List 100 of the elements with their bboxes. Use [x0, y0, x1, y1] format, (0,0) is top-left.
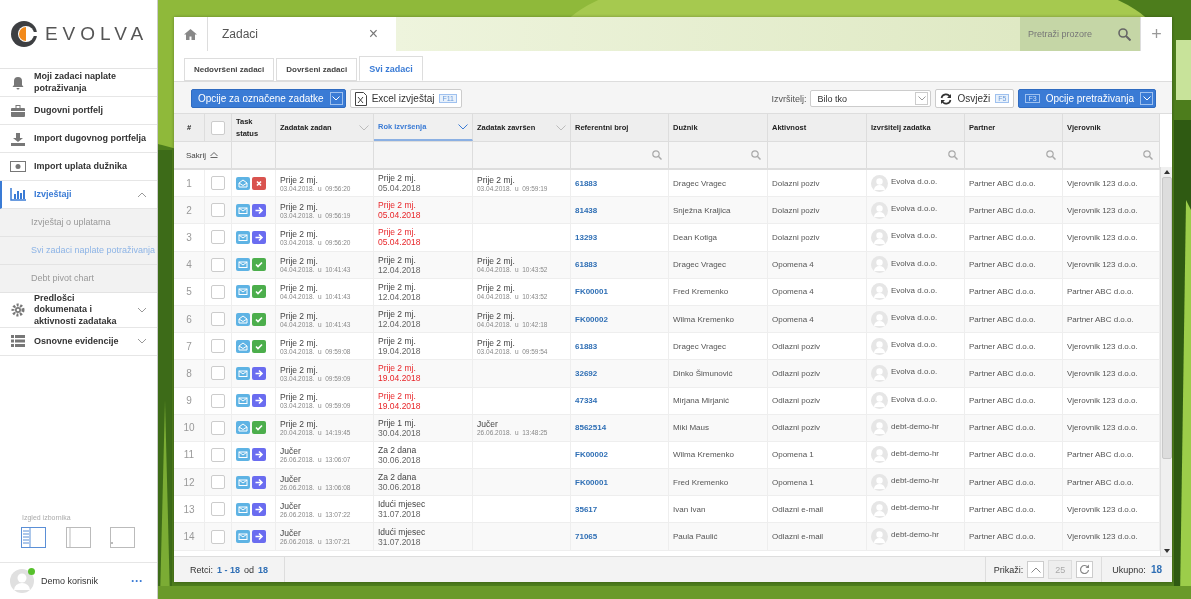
table-cell: Mirjana Mirjanić	[673, 396, 729, 406]
table-cell: Paula Paulić	[673, 532, 718, 542]
scrollbar[interactable]	[1160, 167, 1172, 556]
row-number: 9	[186, 395, 192, 407]
close-icon	[252, 176, 266, 190]
arrow-right-icon	[252, 366, 266, 380]
reference-link[interactable]: FK00001	[575, 287, 608, 297]
table-cell: Partner ABC d.o.o.	[1067, 477, 1134, 487]
reference-link[interactable]: FK00001	[575, 477, 608, 487]
chevron-down-icon[interactable]	[359, 124, 369, 131]
chevron-down-icon[interactable]	[458, 123, 468, 130]
reference-link[interactable]: 32692	[575, 368, 598, 378]
row-checkbox[interactable]	[211, 176, 225, 191]
table-cell: Wilma Kremenko	[673, 450, 734, 460]
relative-date: Jučer	[280, 528, 301, 539]
reference-link[interactable]: 47334	[575, 396, 598, 406]
tab[interactable]: Svi zadaci	[359, 56, 423, 81]
menu-item[interactable]: Predlošci dokumenata i aktivnosti zadataka	[0, 293, 157, 328]
table-cell: Odlazni poziv	[772, 396, 821, 406]
hide-filters-button[interactable]: Sakrij	[180, 149, 224, 161]
table-cell: Vjerovnik 123 d.o.o.	[1067, 178, 1138, 188]
more-button[interactable]: ···	[127, 574, 147, 588]
checkmark-icon	[252, 285, 266, 299]
row-checkbox[interactable]	[211, 284, 225, 299]
search-icon[interactable]	[948, 150, 958, 160]
tab[interactable]: Nedovršeni zadaci	[184, 58, 275, 81]
table-cell: Partner ABC d.o.o.	[1067, 287, 1134, 297]
row-checkbox[interactable]	[211, 257, 225, 272]
menu-layout-icon[interactable]	[65, 527, 91, 548]
download-icon	[11, 131, 25, 146]
reference-link[interactable]: 61883	[575, 178, 598, 188]
select-all-checkbox[interactable]	[211, 120, 225, 135]
table-cell: Evolva d.o.o.	[891, 340, 938, 350]
reference-link[interactable]: 8562514	[575, 423, 607, 433]
chevron-down-icon[interactable]	[556, 124, 566, 131]
relative-date: Prije 2 mj.	[280, 174, 318, 185]
menu-item[interactable]: Osnovne evidencije	[0, 327, 157, 356]
reference-link[interactable]: 71065	[575, 532, 598, 542]
menu-item[interactable]: Moji zadaci naplate potraživanja	[0, 69, 157, 97]
row-checkbox[interactable]	[211, 502, 225, 517]
row-checkbox[interactable]	[211, 420, 225, 435]
table-cell: debt-demo-hr	[891, 476, 940, 486]
date: 31.07.2018	[378, 509, 421, 520]
table-cell: Dragec Vragec	[673, 260, 727, 270]
caret-icon	[915, 92, 929, 105]
menu-item[interactable]: Import dugovnog portfelja	[0, 125, 157, 153]
options-dropdown-button[interactable]: Opcije za označene zadatke	[191, 89, 346, 108]
refresh-icon	[1079, 564, 1091, 575]
menu-layout-icon[interactable]	[110, 527, 135, 548]
table-cell: Snježna Kraljica	[673, 205, 731, 215]
table-cell: Evolva d.o.o.	[891, 312, 938, 322]
menu-item[interactable]: Import uplata dužnika	[0, 153, 157, 181]
table-cell: Fred Kremenko	[673, 287, 729, 297]
avatar-icon	[871, 473, 888, 491]
table-cell: Fred Kremenko	[673, 477, 729, 487]
row-checkbox[interactable]	[211, 447, 225, 462]
row-checkbox[interactable]	[211, 529, 225, 544]
search-icon[interactable]	[1046, 150, 1056, 160]
user-name: Demo korisnik	[41, 576, 99, 586]
relative-date: Prije 2 mj.	[280, 337, 318, 348]
relative-date: Prije 2 mj.	[378, 309, 416, 320]
table-cell: Opomena 1	[772, 477, 814, 487]
reference-link[interactable]: 35617	[575, 504, 598, 514]
search-icon[interactable]	[1143, 150, 1153, 160]
row-checkbox[interactable]	[211, 475, 225, 490]
table-cell: Dolazni poziv	[772, 232, 820, 242]
menu-item[interactable]: Dugovni portfelj	[0, 97, 157, 125]
reference-link[interactable]: 13293	[575, 232, 598, 242]
row-checkbox[interactable]	[211, 203, 225, 218]
up-button[interactable]	[1027, 561, 1045, 578]
reference-link[interactable]: FK00002	[575, 450, 608, 460]
table-cell: Vjerovnik 123 d.o.o.	[1067, 341, 1138, 351]
table-cell: Opomena 1	[772, 450, 814, 460]
of-label: od	[244, 564, 255, 575]
row-checkbox[interactable]	[211, 312, 225, 327]
search-field[interactable]: Pretraži prozore	[1020, 17, 1140, 51]
arrow-down-icon[interactable]	[1163, 549, 1170, 553]
relative-date: Prije 2 mj.	[378, 200, 416, 211]
search-icon[interactable]	[652, 150, 662, 160]
table-cell: Dragec Vragec	[673, 178, 727, 188]
row-checkbox[interactable]	[211, 366, 225, 381]
relative-date: Prije 2 mj.	[477, 256, 515, 267]
menu-layout-icon[interactable]	[21, 527, 46, 548]
window-tab[interactable]: Zadaci ×	[208, 17, 396, 51]
arrow-up-icon[interactable]	[1163, 170, 1170, 174]
reference-link[interactable]: 61883	[575, 260, 598, 270]
home-button[interactable]	[174, 17, 208, 51]
search-icon[interactable]	[751, 150, 761, 160]
reference-link[interactable]: 81438	[575, 205, 598, 215]
assignee-select[interactable]: Bilo tko	[810, 90, 932, 107]
row-checkbox[interactable]	[211, 393, 225, 408]
reload-button[interactable]	[1076, 561, 1094, 578]
reference-link[interactable]: 61883	[575, 341, 598, 351]
table-cell: Evolva d.o.o.	[891, 177, 938, 186]
tab[interactable]: Dovršeni zadaci	[276, 58, 358, 81]
row-checkbox[interactable]	[211, 230, 225, 245]
avatar-icon	[10, 569, 34, 593]
row-checkbox[interactable]	[211, 339, 225, 354]
reference-link[interactable]: FK00002	[575, 314, 608, 324]
close-button[interactable]: ×	[362, 24, 384, 44]
